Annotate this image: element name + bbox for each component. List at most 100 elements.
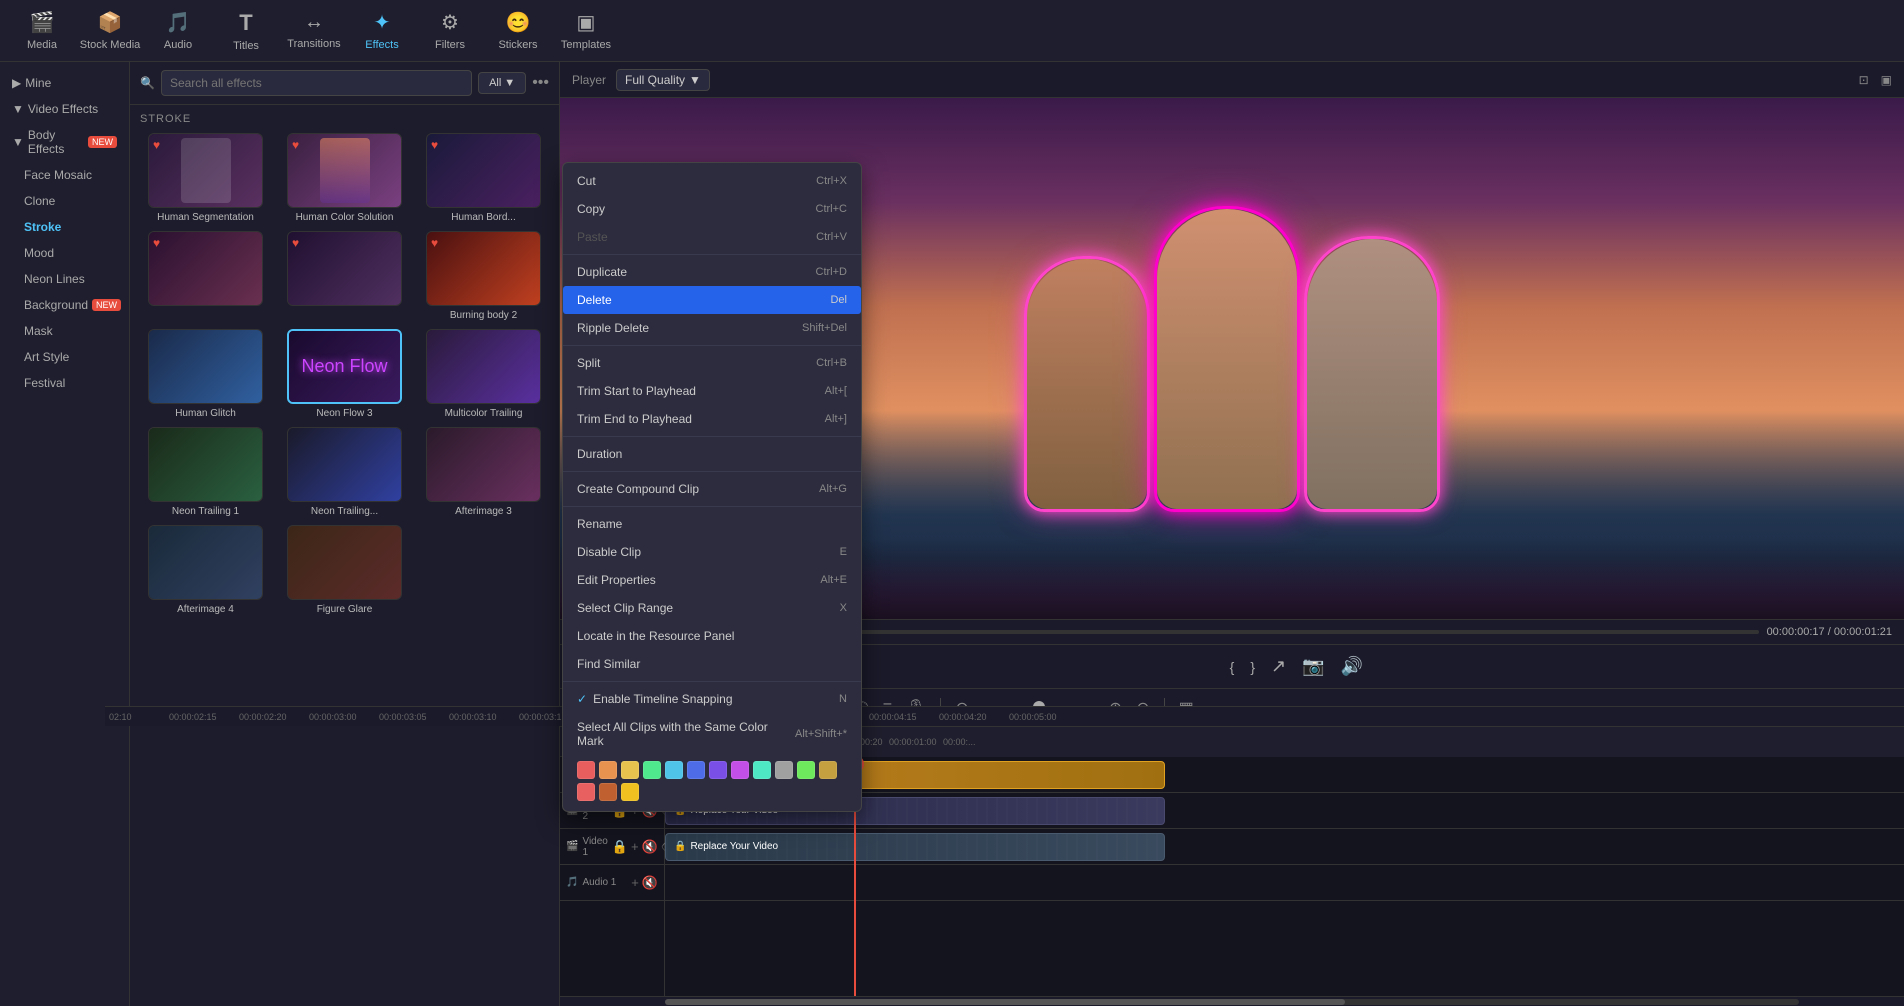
ctx-delete[interactable]: Delete Del [563, 286, 861, 314]
toolbar-stickers[interactable]: 😊 Stickers [486, 3, 550, 59]
color-swatch-cyan[interactable] [665, 761, 683, 779]
quality-select[interactable]: Full Quality ▼ [616, 69, 710, 91]
effect-afterimage-4[interactable]: Afterimage 4 [140, 525, 271, 615]
ctx-find-similar[interactable]: Find Similar [563, 650, 861, 678]
color-swatch-gray[interactable] [775, 761, 793, 779]
effect-label-human-glitch: Human Glitch [175, 408, 236, 419]
ctx-rename[interactable]: Rename [563, 510, 861, 538]
effect-multicolor[interactable]: Multicolor Trailing [418, 329, 549, 419]
ctx-duration[interactable]: Duration [563, 440, 861, 468]
effect-figure-glare[interactable]: Figure Glare [279, 525, 410, 615]
color-swatch-lime[interactable] [797, 761, 815, 779]
effect-extra1[interactable]: ♥ [140, 231, 271, 321]
clip-video1[interactable]: 🔒 Replace Your Video [665, 833, 1165, 861]
color-swatch-olive[interactable] [819, 761, 837, 779]
player-icons: ⊡ ▣ [1859, 73, 1892, 87]
in-point-button[interactable]: { [1230, 659, 1235, 675]
add-icon-video1[interactable]: + [631, 839, 639, 855]
sidebar-item-mask[interactable]: Mask [6, 318, 123, 344]
effect-thumb-neon-trailing-1 [148, 427, 263, 502]
mute-icon-video1[interactable]: 🔇 [642, 839, 658, 855]
effect-extra2[interactable]: ♥ [279, 231, 410, 321]
effect-thumb-multicolor [426, 329, 541, 404]
effect-human-color-solution[interactable]: ♥ Human Color Solution [279, 133, 410, 223]
fullscreen-icon[interactable]: ⊡ [1859, 73, 1869, 87]
sidebar-item-stroke[interactable]: Stroke [6, 214, 123, 240]
effect-neon-trailing-2[interactable]: Neon Trailing... [279, 427, 410, 517]
color-swatch-blue[interactable] [687, 761, 705, 779]
sidebar-item-background[interactable]: Background NEW [6, 292, 123, 318]
stock-media-icon: 📦 [98, 10, 123, 35]
ctx-split[interactable]: Split Ctrl+B [563, 349, 861, 377]
mute-icon-audio1[interactable]: 🔇 [642, 875, 658, 891]
toolbar-titles[interactable]: T Titles [214, 3, 278, 59]
volume-button[interactable]: 🔊 [1341, 656, 1363, 677]
lock-icon-video1[interactable]: 🔒 [612, 839, 628, 855]
ctx-cut[interactable]: Cut Ctrl+X [563, 167, 861, 195]
search-input[interactable] [161, 70, 472, 96]
toolbar-filters[interactable]: ⚙ Filters [418, 3, 482, 59]
ctx-color-mark[interactable]: Select All Clips with the Same Color Mar… [563, 713, 861, 755]
effect-neon-flow-3[interactable]: ♥ Neon Flow Neon Flow 3 [279, 329, 410, 419]
effect-human-segmentation[interactable]: ♥ Human Segmentation [140, 133, 271, 223]
sidebar-item-body-effects[interactable]: ▼ Body Effects NEW [0, 122, 129, 162]
add-icon-audio1[interactable]: + [631, 875, 639, 891]
effect-neon-trailing-1[interactable]: Neon Trailing 1 [140, 427, 271, 517]
ctx-snapping[interactable]: ✓ Enable Timeline Snapping N [563, 685, 861, 713]
sidebar-item-neon-lines[interactable]: Neon Lines [6, 266, 123, 292]
heart-icon3: ♥ [431, 138, 438, 152]
ctx-copy[interactable]: Copy Ctrl+C [563, 195, 861, 223]
chevron-down-icon: ▼ [12, 102, 24, 116]
color-swatch-teal[interactable] [753, 761, 771, 779]
sidebar-item-mood[interactable]: Mood [6, 240, 123, 266]
sidebar-item-mine[interactable]: ▶ Mine [0, 70, 129, 96]
ctx-locate[interactable]: Locate in the Resource Panel [563, 622, 861, 650]
ctx-ripple-delete[interactable]: Ripple Delete Shift+Del [563, 314, 861, 342]
toolbar-effects-label: Effects [365, 39, 398, 51]
effect-human-bord[interactable]: ♥ Human Bord... [418, 133, 549, 223]
sidebar-item-video-effects[interactable]: ▼ Video Effects [0, 96, 129, 122]
toolbar-templates[interactable]: ▣ Templates [554, 3, 618, 59]
sidebar-item-clone[interactable]: Clone [6, 188, 123, 214]
sidebar-item-art-style[interactable]: Art Style [6, 344, 123, 370]
toolbar-audio[interactable]: 🎵 Audio [146, 3, 210, 59]
ctx-compound[interactable]: Create Compound Clip Alt+G [563, 475, 861, 503]
color-swatch-brown[interactable] [599, 783, 617, 801]
toolbar-audio-label: Audio [164, 39, 192, 51]
toolbar-media[interactable]: 🎬 Media [10, 3, 74, 59]
color-swatch-green[interactable] [643, 761, 661, 779]
color-swatch-yellow[interactable] [621, 761, 639, 779]
sidebar-item-face-mosaic[interactable]: Face Mosaic [6, 162, 123, 188]
color-swatch-orange[interactable] [599, 761, 617, 779]
toolbar-effects[interactable]: ✦ Effects [350, 3, 414, 59]
stroke-section-label: STROKE [140, 113, 549, 125]
color-swatch-magenta[interactable] [731, 761, 749, 779]
ctx-duplicate[interactable]: Duplicate Ctrl+D [563, 258, 861, 286]
color-swatch-pink[interactable] [577, 761, 595, 779]
ctx-trim-end[interactable]: Trim End to Playhead Alt+] [563, 405, 861, 433]
color-swatch-red[interactable] [577, 783, 595, 801]
ctx-divider1 [563, 254, 861, 255]
filter-button[interactable]: All ▼ [478, 72, 526, 94]
effect-burning-body[interactable]: ♥ Burning body 2 [418, 231, 549, 321]
toolbar-transitions[interactable]: ↔ Transitions [282, 3, 346, 59]
new-badge: NEW [88, 136, 117, 148]
ctx-edit-props[interactable]: Edit Properties Alt+E [563, 566, 861, 594]
more-options-icon[interactable]: ••• [532, 74, 549, 92]
effect-afterimage-3[interactable]: Afterimage 3 [418, 427, 549, 517]
ctx-trim-start[interactable]: Trim Start to Playhead Alt+[ [563, 377, 861, 405]
color-swatch-gold[interactable] [621, 783, 639, 801]
snapshot-button[interactable]: 📷 [1302, 656, 1324, 677]
toolbar-transitions-label: Transitions [287, 38, 340, 50]
pip-icon[interactable]: ▣ [1881, 73, 1892, 87]
ctx-select-range[interactable]: Select Clip Range X [563, 594, 861, 622]
h-scrollbar[interactable] [665, 999, 1799, 1005]
effect-human-glitch[interactable]: Human Glitch [140, 329, 271, 419]
out-point-button[interactable]: } [1250, 659, 1255, 675]
sidebar-item-festival[interactable]: Festival [6, 370, 123, 396]
color-swatch-purple[interactable] [709, 761, 727, 779]
h-scrollbar-thumb[interactable] [665, 999, 1345, 1005]
toolbar-stock-media[interactable]: 📦 Stock Media [78, 3, 142, 59]
ctx-disable[interactable]: Disable Clip E [563, 538, 861, 566]
mark-button[interactable]: ↗ [1271, 656, 1286, 677]
